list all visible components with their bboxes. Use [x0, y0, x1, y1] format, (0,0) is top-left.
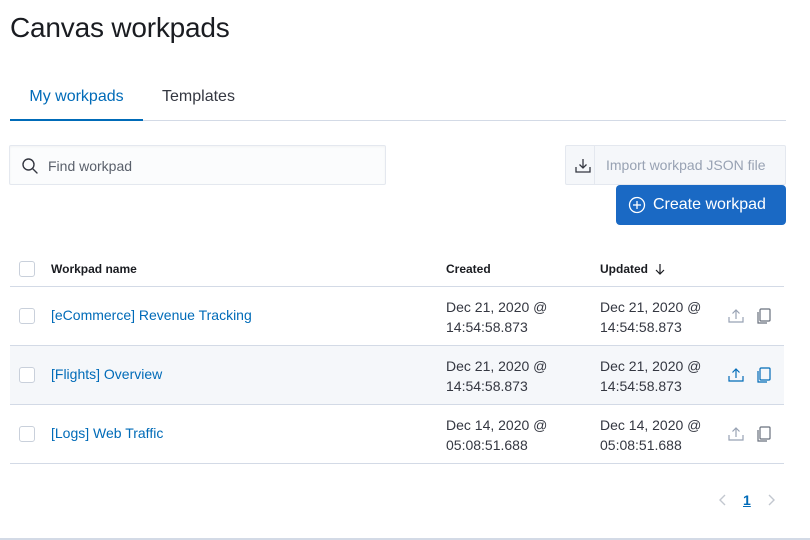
divider — [594, 146, 595, 184]
workpad-name-link[interactable]: [Logs] Web Traffic — [51, 425, 163, 441]
updated-date-day: Dec 14, 2020 @ — [600, 417, 702, 433]
import-label: Import workpad JSON file — [606, 157, 766, 173]
search-input[interactable] — [48, 155, 368, 177]
export-icon[interactable] — [727, 307, 745, 325]
search-box — [9, 145, 386, 185]
created-date-day: Dec 14, 2020 @ — [446, 417, 548, 433]
row-checkbox[interactable] — [19, 367, 35, 383]
copy-icon[interactable] — [755, 307, 773, 325]
created-date: Dec 21, 2020 @ 14:54:58.873 — [446, 297, 547, 337]
column-header-created[interactable]: Created — [446, 262, 491, 276]
column-header-name[interactable]: Workpad name — [51, 262, 137, 276]
created-date-time: 05:08:51.688 — [446, 437, 528, 453]
row-checkbox[interactable] — [19, 308, 35, 324]
page-title: Canvas workpads — [10, 12, 230, 43]
tab-templates[interactable]: Templates — [147, 76, 250, 121]
copy-icon[interactable] — [755, 425, 773, 443]
updated-date-day: Dec 21, 2020 @ — [600, 358, 702, 374]
table-header: Workpad name Created Updated — [10, 250, 784, 287]
column-header-updated[interactable]: Updated — [600, 262, 666, 276]
plus-circle-icon — [628, 196, 646, 214]
select-all-checkbox[interactable] — [19, 261, 35, 277]
table-row: [eCommerce] Revenue Tracking Dec 21, 202… — [10, 287, 784, 346]
import-workpad-file-picker[interactable]: Import workpad JSON file — [565, 145, 786, 185]
export-icon[interactable] — [727, 366, 745, 384]
created-date: Dec 14, 2020 @ 05:08:51.688 — [446, 415, 547, 455]
search-icon — [22, 158, 38, 174]
updated-date: Dec 21, 2020 @ 14:54:58.873 — [600, 297, 701, 337]
table-row: [Flights] Overview Dec 21, 2020 @ 14:54:… — [10, 346, 784, 405]
create-workpad-button[interactable]: Create workpad — [616, 185, 786, 225]
page-number-current[interactable]: 1 — [743, 492, 751, 508]
column-header-updated-label: Updated — [600, 262, 648, 276]
import-icon — [575, 159, 591, 173]
tabs: My workpads Templates — [10, 76, 786, 121]
table-row: [Logs] Web Traffic Dec 14, 2020 @ 05:08:… — [10, 405, 784, 464]
chevron-right-icon[interactable] — [764, 492, 778, 508]
updated-date: Dec 14, 2020 @ 05:08:51.688 — [600, 415, 701, 455]
create-workpad-label: Create workpad — [653, 196, 766, 213]
updated-date-time: 05:08:51.688 — [600, 437, 682, 453]
arrow-down-icon — [655, 264, 665, 275]
created-date-time: 14:54:58.873 — [446, 378, 528, 394]
export-icon[interactable] — [727, 425, 745, 443]
created-date-day: Dec 21, 2020 @ — [446, 299, 548, 315]
updated-date: Dec 21, 2020 @ 14:54:58.873 — [600, 356, 701, 396]
tab-my-workpads[interactable]: My workpads — [10, 76, 143, 121]
workpad-name-link[interactable]: [Flights] Overview — [51, 366, 162, 382]
workpad-name-link[interactable]: [eCommerce] Revenue Tracking — [51, 307, 252, 323]
created-date-day: Dec 21, 2020 @ — [446, 358, 548, 374]
updated-date-time: 14:54:58.873 — [600, 378, 682, 394]
chevron-left-icon — [719, 494, 726, 506]
copy-icon[interactable] — [755, 366, 773, 384]
created-date: Dec 21, 2020 @ 14:54:58.873 — [446, 356, 547, 396]
row-checkbox[interactable] — [19, 426, 35, 442]
updated-date-day: Dec 21, 2020 @ — [600, 299, 702, 315]
created-date-time: 14:54:58.873 — [446, 319, 528, 335]
workpads-table: Workpad name Created Updated [eCommerce]… — [10, 250, 784, 464]
updated-date-time: 14:54:58.873 — [600, 319, 682, 335]
